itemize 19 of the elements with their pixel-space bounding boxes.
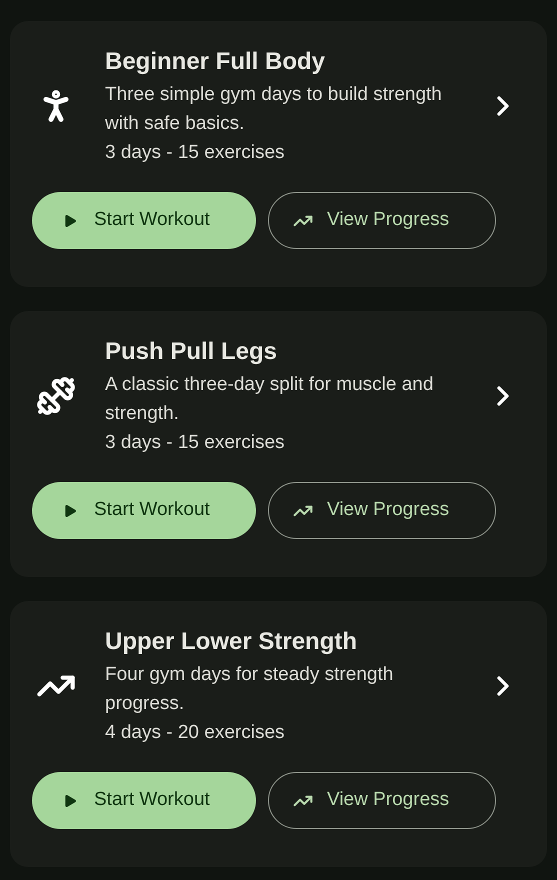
workout-card[interactable]: Upper Lower Strength Four gym days for steady strength progress. 4 days - 20 exercises Start Workout View Progress — [10, 601, 547, 867]
start-workout-button[interactable]: Start Workout — [32, 192, 256, 249]
workout-description: Four gym days for steady strength progress. — [105, 663, 394, 716]
start-workout-button[interactable]: Start Workout — [32, 772, 256, 829]
workout-description: Three simple gym days to build strength with safe basics. — [105, 83, 443, 136]
workout-title: Push Pull Legs — [105, 337, 278, 367]
workout-meta: 4 days - 20 exercises — [105, 721, 286, 745]
view-progress-button[interactable]: View Progress — [268, 192, 496, 249]
workout-meta: 3 days - 15 exercises — [105, 141, 286, 165]
workout-card[interactable]: Beginner Full Body Three simple gym days to build strength with safe basics. 3 days - 15 exercises Start Workout View Progress — [10, 21, 547, 287]
view-progress-button[interactable]: View Progress — [268, 482, 496, 539]
workout-title: Beginner Full Body — [105, 47, 326, 77]
start-workout-button[interactable]: Start Workout — [32, 482, 256, 539]
view-progress-button[interactable]: View Progress — [268, 772, 496, 829]
dumbbell-icon — [36, 376, 76, 416]
workout-meta: 3 days - 15 exercises — [105, 431, 286, 455]
workout-description: A classic three-day split for muscle and strength. — [105, 373, 434, 426]
workout-card[interactable]: Push Pull Legs A classic three-day split for muscle and strength. 3 days - 15 exercises Start Workout View Progress — [10, 311, 547, 577]
workout-title: Upper Lower Strength — [105, 627, 358, 657]
